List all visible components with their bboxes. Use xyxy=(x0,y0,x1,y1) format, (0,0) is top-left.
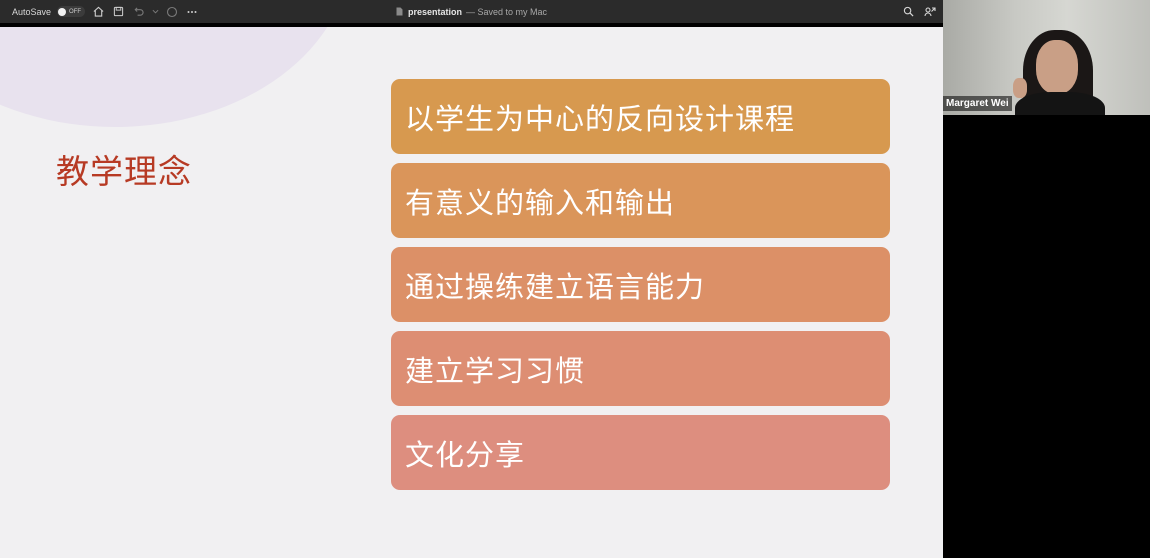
undo-icon[interactable] xyxy=(131,5,145,19)
chevron-down-icon[interactable] xyxy=(151,5,159,19)
toggle-knob xyxy=(58,7,67,16)
redo-icon[interactable] xyxy=(165,5,179,19)
slide-item-3: 通过操练建立语言能力 xyxy=(391,247,890,322)
title-bar-left: AutoSave OFF xyxy=(12,0,199,23)
title-bar-right xyxy=(901,0,937,23)
document-icon xyxy=(396,5,404,19)
slide-item-2: 有意义的输入和输出 xyxy=(391,163,890,238)
more-icon[interactable] xyxy=(185,5,199,19)
save-status: — Saved to my Mac xyxy=(465,6,548,17)
share-icon[interactable] xyxy=(923,5,937,19)
slide-decoration xyxy=(0,27,350,127)
document-name: presentation xyxy=(407,6,462,17)
slide-item-label: 有意义的输入和输出 xyxy=(405,185,676,220)
home-icon[interactable] xyxy=(91,5,105,19)
autosave-label: AutoSave xyxy=(12,6,52,17)
title-bar: AutoSave OFF presentation — Saved to my … xyxy=(0,0,943,23)
autosave-toggle[interactable]: OFF xyxy=(57,6,86,17)
participant-face xyxy=(1036,40,1078,94)
autosave-state: OFF xyxy=(69,8,82,15)
slide-item-label: 建立学习习惯 xyxy=(405,353,586,388)
participant-name: Margaret Wei xyxy=(943,96,1012,111)
slide-item-5: 文化分享 xyxy=(391,415,890,490)
video-panel: Margaret Wei xyxy=(943,0,1150,558)
slide-item-label: 文化分享 xyxy=(405,437,526,472)
slide-item-4: 建立学习习惯 xyxy=(391,331,890,406)
slide-canvas[interactable]: 教学理念 以学生为中心的反向设计课程 有意义的输入和输出 通过操练建立语言能力 建立学… xyxy=(0,27,943,558)
slide-item-label: 通过操练建立语言能力 xyxy=(405,269,706,304)
participant-body xyxy=(1015,92,1105,115)
search-icon[interactable] xyxy=(901,5,915,19)
slide-title: 教学理念 xyxy=(56,152,192,191)
participant-hand xyxy=(1013,78,1027,98)
slide-item-1: 以学生为中心的反向设计课程 xyxy=(391,79,890,154)
participant-video[interactable]: Margaret Wei xyxy=(943,0,1150,115)
save-icon[interactable] xyxy=(111,5,125,19)
slide-item-label: 以学生为中心的反向设计课程 xyxy=(405,101,796,136)
